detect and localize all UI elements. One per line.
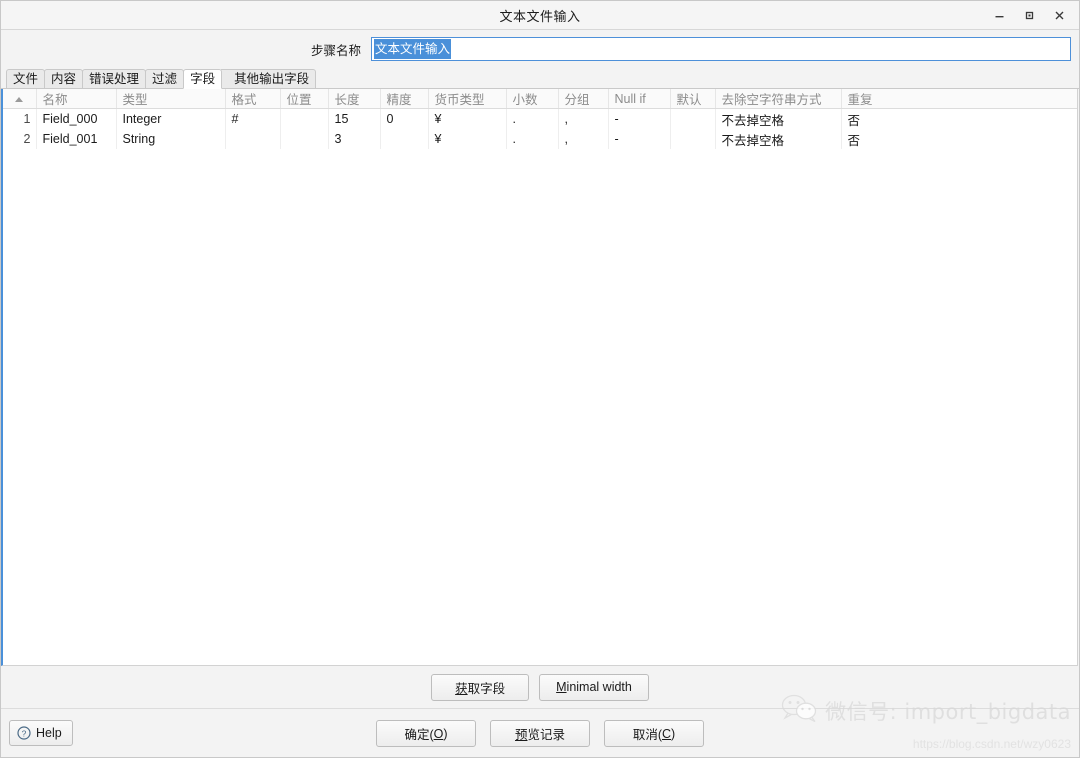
column-header-position[interactable]: 位置	[280, 89, 329, 109]
preview-label: 览记录	[527, 728, 566, 742]
cell-default[interactable]	[670, 108, 716, 129]
cell-type[interactable]: Integer	[116, 108, 226, 129]
window-controls	[985, 1, 1073, 29]
preview-mnemonic: 预	[514, 728, 528, 742]
sort-ascending-icon	[15, 96, 24, 102]
minimal-width-label: inimal width	[566, 680, 632, 694]
cell-rownum: 1	[3, 108, 37, 129]
header-row: 名称 类型 格式 位置 长度 精度 货币类型 小数 分组 Null if 默认 …	[3, 89, 1077, 109]
cell-currency[interactable]: ¥	[428, 129, 507, 149]
fields-table: 名称 类型 格式 位置 长度 精度 货币类型 小数 分组 Null if 默认 …	[3, 89, 1077, 149]
cell-position[interactable]	[280, 129, 329, 149]
cell-currency[interactable]: ¥	[428, 108, 507, 129]
cell-name[interactable]: Field_000	[36, 108, 117, 129]
minimal-width-button[interactable]: Minimal width	[539, 673, 649, 701]
cell-length[interactable]: 15	[328, 108, 381, 129]
maximize-icon[interactable]	[1015, 3, 1043, 27]
ok-mnemonic: O	[433, 726, 444, 741]
cell-nullif[interactable]: -	[608, 108, 671, 129]
cell-nullif[interactable]: -	[608, 129, 671, 149]
column-header-repeat[interactable]: 重复	[841, 89, 1077, 109]
cell-format[interactable]	[225, 129, 281, 149]
cell-decimal[interactable]: .	[506, 129, 559, 149]
cancel-button[interactable]: 取消(C)	[604, 720, 704, 747]
ok-label-prefix: 确定(	[404, 728, 434, 742]
mid-button-bar: 获取字段 Minimal width	[1, 666, 1079, 708]
step-name-label: 步骤名称	[310, 43, 361, 58]
column-header-length[interactable]: 长度	[328, 89, 381, 109]
step-name-row: 步骤名称 文本文件输入	[1, 30, 1079, 68]
column-header-type[interactable]: 类型	[116, 89, 226, 109]
tab-strip: 文件 内容 错误处理 过滤 字段 其他输出字段	[1, 68, 1079, 89]
get-fields-button[interactable]: 获取字段	[431, 673, 530, 701]
cell-name[interactable]: Field_001	[36, 129, 117, 149]
tab-fields[interactable]: 字段	[183, 69, 223, 89]
cell-default[interactable]	[670, 129, 716, 149]
step-name-input[interactable]: 文本文件输入	[371, 37, 1071, 61]
bottom-bar: ? Help 确定(O) 预览记录 取消(C)	[1, 708, 1079, 757]
column-header-format[interactable]: 格式	[225, 89, 281, 109]
cell-repeat[interactable]: 否	[841, 129, 1077, 149]
cell-rownum: 2	[3, 129, 37, 149]
get-fields-mnemonic: 获	[455, 681, 468, 696]
cell-type[interactable]: String	[116, 129, 226, 149]
dialog-actions: 确定(O) 预览记录 取消(C)	[1, 720, 1079, 747]
tab-error-handling[interactable]: 错误处理	[82, 69, 147, 89]
column-header-group[interactable]: 分组	[558, 89, 609, 109]
tab-filter[interactable]: 过滤	[145, 69, 185, 89]
table-row[interactable]: 1 Field_000 Integer # 15 0 ¥ . , - 不去掉空格…	[3, 108, 1077, 129]
minimize-icon[interactable]	[985, 3, 1013, 27]
cell-group[interactable]: ,	[558, 129, 609, 149]
dialog-window: 文本文件输入 步骤名称 文本文件输入 文件 内容 错误处理 过滤 字段 其他输出…	[0, 0, 1080, 758]
cell-trim[interactable]: 不去掉空格	[715, 129, 842, 149]
column-header-default[interactable]: 默认	[670, 89, 716, 109]
column-header-name[interactable]: 名称	[36, 89, 117, 109]
column-header-trim[interactable]: 去除空字符串方式	[715, 89, 842, 109]
cell-precision[interactable]	[380, 129, 429, 149]
close-icon[interactable]	[1045, 3, 1073, 27]
fields-table-body: 1 Field_000 Integer # 15 0 ¥ . , - 不去掉空格…	[3, 108, 1077, 149]
cell-decimal[interactable]: .	[506, 108, 559, 129]
window-title: 文本文件输入	[499, 8, 581, 24]
step-name-value: 文本文件输入	[374, 39, 452, 59]
preview-rows-button[interactable]: 预览记录	[490, 720, 590, 747]
cancel-label-prefix: 取消(	[632, 728, 662, 742]
fields-table-container[interactable]: 名称 类型 格式 位置 长度 精度 货币类型 小数 分组 Null if 默认 …	[1, 89, 1078, 666]
cancel-mnemonic: C	[661, 726, 672, 741]
cell-length[interactable]: 3	[328, 129, 381, 149]
fields-table-header: 名称 类型 格式 位置 长度 精度 货币类型 小数 分组 Null if 默认 …	[3, 89, 1077, 109]
tab-file[interactable]: 文件	[6, 69, 46, 89]
cell-position[interactable]	[280, 108, 329, 129]
ok-button[interactable]: 确定(O)	[376, 720, 476, 747]
column-header-precision[interactable]: 精度	[380, 89, 429, 109]
tab-additional-output-fields[interactable]: 其他输出字段	[221, 69, 317, 89]
cancel-label-suffix: )	[671, 726, 676, 741]
column-header-decimal[interactable]: 小数	[506, 89, 559, 109]
title-bar: 文本文件输入	[1, 1, 1079, 30]
column-header-currency[interactable]: 货币类型	[428, 89, 507, 109]
cell-repeat[interactable]: 否	[841, 108, 1077, 129]
tab-content[interactable]: 内容	[44, 69, 84, 89]
get-fields-label: 取字段	[467, 681, 506, 696]
ok-label-suffix: )	[443, 726, 448, 741]
cell-format[interactable]: #	[225, 108, 281, 129]
table-row[interactable]: 2 Field_001 String 3 ¥ . , - 不去掉空格 否	[3, 129, 1077, 149]
column-header-rownum[interactable]	[3, 89, 37, 109]
cell-group[interactable]: ,	[558, 108, 609, 129]
minimal-width-mnemonic: M	[556, 680, 567, 694]
cell-trim[interactable]: 不去掉空格	[715, 108, 842, 129]
cell-precision[interactable]: 0	[380, 108, 429, 129]
column-header-nullif[interactable]: Null if	[608, 89, 671, 109]
